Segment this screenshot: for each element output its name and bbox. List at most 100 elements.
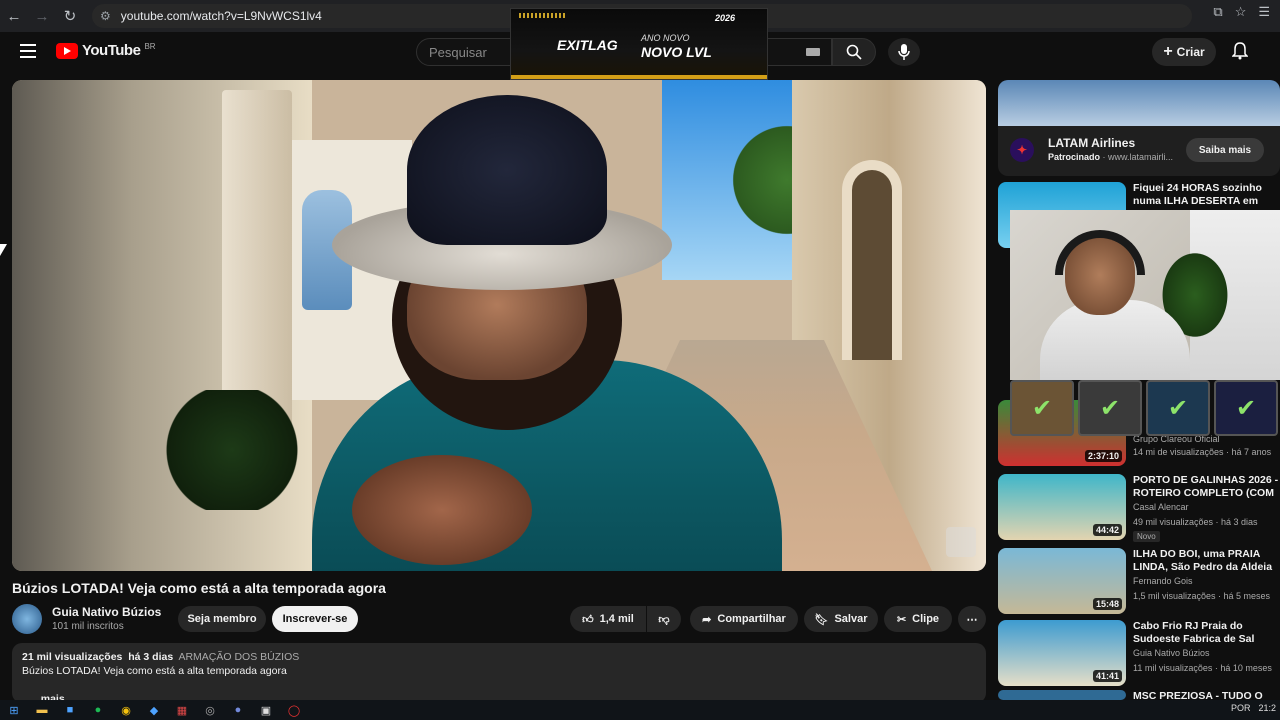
voice-search-button[interactable] bbox=[888, 38, 920, 66]
video-duration: 2:37:10 bbox=[1084, 450, 1122, 462]
check-icon: ✔ bbox=[1078, 380, 1142, 436]
video-thumbnail[interactable]: 15:48 bbox=[998, 548, 1126, 614]
more-dots-icon: ⋯ bbox=[966, 613, 978, 626]
ad-domain: www.latamairli... bbox=[1108, 152, 1174, 162]
share-label: Compartilhar bbox=[717, 613, 786, 625]
ad-brand: EXITLAG bbox=[557, 37, 618, 53]
description-box[interactable]: 21 mil visualizações há 3 dias ARMAÇÃO D… bbox=[12, 643, 986, 705]
video-duration: 41:41 bbox=[1092, 670, 1122, 682]
capture-icon[interactable]: ▣ bbox=[252, 700, 280, 720]
join-button[interactable]: Seja membro bbox=[178, 606, 266, 632]
app-icon[interactable]: ◆ bbox=[140, 700, 168, 720]
reading-list-icon[interactable]: ☰ bbox=[1258, 4, 1270, 20]
reload-icon[interactable]: ↻ bbox=[56, 2, 84, 30]
mouse-cursor-icon bbox=[0, 244, 7, 256]
rec-title[interactable]: Fiquei 24 HORAS sozinho numa ILHA DESERT… bbox=[1133, 182, 1280, 208]
clock[interactable]: 21:2 bbox=[1258, 703, 1276, 713]
search-placeholder: Pesquisar bbox=[429, 44, 487, 60]
subscribe-label: Inscrever-se bbox=[282, 613, 348, 625]
new-badge: Novo bbox=[1133, 531, 1160, 542]
sidebar-ad-card[interactable]: ✦ LATAM Airlines Patrocinado · www.latam… bbox=[998, 80, 1280, 176]
create-button[interactable]: + Criar bbox=[1152, 38, 1216, 66]
video-person-hat bbox=[407, 95, 607, 245]
notifications-bell-icon[interactable] bbox=[1230, 40, 1250, 62]
discord-icon[interactable]: ● bbox=[224, 700, 252, 720]
share-button[interactable]: ➦ Compartilhar bbox=[690, 606, 798, 632]
rec-views: 1,5 mil visualizações · há 5 meses bbox=[1133, 591, 1271, 601]
video-thumbnail[interactable] bbox=[998, 690, 1126, 700]
save-button[interactable]: 🔖︎ Salvar bbox=[804, 606, 878, 632]
hamburger-menu-icon[interactable] bbox=[20, 44, 36, 58]
search-icon bbox=[846, 44, 862, 60]
scissors-icon: ✂ bbox=[896, 613, 907, 626]
latam-logo-icon: ✦ bbox=[1010, 138, 1034, 162]
opera-icon[interactable]: ◯ bbox=[280, 700, 308, 720]
forward-icon[interactable]: → bbox=[28, 2, 56, 30]
video-scene-arch bbox=[842, 160, 902, 360]
site-info-icon[interactable]: ⚙ bbox=[100, 9, 111, 23]
file-explorer-icon[interactable]: ▬ bbox=[28, 700, 56, 720]
video-player[interactable] bbox=[12, 80, 986, 571]
subscriber-count: 101 mil inscritos bbox=[52, 621, 124, 632]
video-thumbnail[interactable]: 44:42 bbox=[998, 474, 1126, 540]
ad-cta-button[interactable]: Saiba mais bbox=[1186, 138, 1264, 162]
clip-button[interactable]: ✂ Clipe bbox=[884, 606, 952, 632]
video-scene-plants bbox=[142, 390, 322, 510]
bookmark-star-icon[interactable]: ☆ bbox=[1235, 4, 1247, 20]
like-count: 1,4 mil bbox=[599, 613, 634, 625]
back-icon[interactable]: ← bbox=[0, 2, 28, 30]
list-item[interactable]: MSC PREZIOSA - TUDO O QUE bbox=[998, 690, 1280, 715]
bookmark-icon: 🔖︎ bbox=[814, 613, 829, 626]
channel-avatar[interactable] bbox=[12, 604, 42, 634]
store-icon[interactable]: ■ bbox=[56, 700, 84, 720]
rec-title[interactable]: ILHA DO BOI, uma PRAIA LINDA, São Pedro … bbox=[1133, 548, 1280, 574]
headset-icon bbox=[1055, 230, 1145, 275]
rec-title[interactable]: Cabo Frio RJ Praia do Sudoeste Fabrica d… bbox=[1133, 620, 1280, 646]
rec-views: 49 mil visualizações · há 3 dias bbox=[1133, 517, 1258, 527]
language-indicator[interactable]: POR bbox=[1231, 703, 1251, 713]
miniplayer-thumbnail-icon[interactable] bbox=[946, 527, 976, 557]
thumbs-up-icon: 👍︎ bbox=[582, 613, 594, 626]
rec-channel[interactable]: Fernando Gois bbox=[1133, 576, 1193, 586]
clip-label: Clipe bbox=[912, 613, 940, 625]
join-label: Seja membro bbox=[187, 613, 257, 625]
rec-title[interactable]: PORTO DE GALINHAS 2026 - ROTEIRO COMPLET… bbox=[1133, 474, 1280, 500]
youtube-play-icon bbox=[56, 42, 78, 59]
list-item[interactable]: 15:48 ILHA DO BOI, uma PRAIA LINDA, São … bbox=[998, 548, 1280, 614]
list-item[interactable]: 44:42 PORTO DE GALINHAS 2026 - ROTEIRO C… bbox=[998, 474, 1280, 542]
spotify-icon[interactable]: ● bbox=[84, 700, 112, 720]
ad-sponsored: Patrocinado bbox=[1048, 152, 1101, 162]
check-icon: ✔ bbox=[1010, 380, 1074, 436]
windows-start-icon[interactable]: ⊞ bbox=[0, 700, 28, 720]
exitlag-overlay-ad[interactable]: 2026 EXITLAG ANO NOVO NOVO LVL bbox=[510, 8, 768, 80]
country-code: BR bbox=[144, 42, 156, 51]
upload-age: há 3 dias bbox=[128, 651, 174, 663]
ad-subtitle: Patrocinado · www.latamairli... bbox=[1048, 152, 1174, 162]
ad-title: LATAM Airlines bbox=[1048, 136, 1136, 150]
rec-channel[interactable]: Casal Alencar bbox=[1133, 502, 1189, 512]
calendar-icon[interactable]: ▦ bbox=[168, 700, 196, 720]
url-text: youtube.com/watch?v=L9NvWCS1lv4 bbox=[120, 9, 322, 23]
save-label: Salvar bbox=[834, 613, 868, 625]
chrome-icon[interactable]: ◉ bbox=[112, 700, 140, 720]
youtube-logo[interactable]: YouTube BR bbox=[56, 42, 156, 59]
list-item[interactable]: 41:41 Cabo Frio RJ Praia do Sudoeste Fab… bbox=[998, 620, 1280, 686]
view-count: 21 mil visualizações bbox=[22, 651, 123, 663]
video-title: Búzios LOTADA! Veja como está a alta tem… bbox=[12, 580, 386, 596]
like-button[interactable]: 👍︎ 1,4 mil bbox=[570, 606, 646, 632]
channel-name[interactable]: Guia Nativo Búzios bbox=[52, 605, 161, 619]
install-icon[interactable]: ⧉ bbox=[1213, 4, 1222, 20]
subscribe-button[interactable]: Inscrever-se bbox=[272, 606, 358, 632]
dislike-button[interactable]: 👎︎ bbox=[647, 606, 681, 632]
steam-icon[interactable]: ◎ bbox=[196, 700, 224, 720]
ad-airplane-image bbox=[998, 80, 1280, 126]
keyboard-icon[interactable] bbox=[806, 48, 820, 56]
hashtag-link[interactable]: ARMAÇÃO DOS BÚZIOS bbox=[178, 651, 299, 663]
search-button[interactable] bbox=[832, 38, 876, 66]
more-actions-button[interactable]: ⋯ bbox=[958, 606, 986, 632]
rec-channel[interactable]: Guia Nativo Búzios bbox=[1133, 648, 1210, 658]
check-icon: ✔ bbox=[1214, 380, 1278, 436]
video-duration: 15:48 bbox=[1092, 598, 1122, 610]
video-thumbnail[interactable]: 41:41 bbox=[998, 620, 1126, 686]
microphone-icon bbox=[898, 44, 910, 60]
